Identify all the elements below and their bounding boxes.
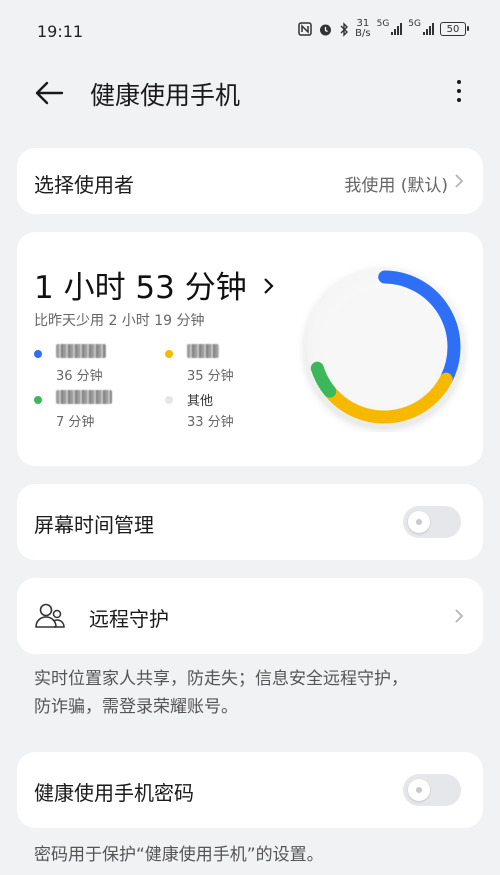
sim1-type: 5G (376, 19, 390, 29)
back-arrow-icon[interactable] (34, 79, 64, 107)
screen-time-label: 屏幕时间管理 (34, 513, 154, 537)
usage-ring-svg (304, 267, 464, 427)
password-description: 密码用于保护“健康使用手机”的设置。 (34, 845, 324, 865)
remote-guard-row[interactable]: 远程守护 (17, 578, 483, 654)
legend-app-name: 其他 (187, 394, 214, 409)
select-user-label: 选择使用者 (34, 173, 134, 197)
blurred-app-name (56, 390, 112, 404)
blurred-app-name (56, 344, 106, 358)
bluetooth-icon (339, 21, 349, 37)
page-title: 健康使用手机 (90, 81, 241, 110)
select-user-row[interactable]: 选择使用者 我使用 (默认) (17, 148, 483, 214)
chevron-right-icon (455, 174, 464, 188)
nfc-icon (298, 22, 312, 36)
remote-guard-label: 远程守护 (89, 607, 169, 631)
remote-guard-description: 实时位置家人共享，防走失；信息安全远程守护， 防诈骗，需登录荣耀账号。 (34, 665, 464, 721)
battery-level: 50 (446, 23, 460, 35)
sim2-type: 5G (408, 19, 421, 29)
network-speed: 31 B/s (355, 19, 370, 39)
remote-guard-desc-line1: 实时位置家人共享，防走失；信息安全远程守护， (34, 669, 408, 689)
password-row[interactable]: 健康使用手机密码 (17, 752, 483, 828)
more-options-icon[interactable] (449, 75, 469, 111)
legend-dot-blue (34, 350, 42, 358)
password-toggle[interactable] (403, 774, 461, 806)
legend-app-name (56, 344, 106, 362)
app-header: 健康使用手机 (0, 65, 500, 121)
toggle-knob (408, 511, 430, 533)
chevron-right-icon (455, 609, 464, 623)
usage-compare: 比昨天少用 2 小时 19 分钟 (34, 313, 205, 329)
alarm-icon (318, 22, 333, 37)
legend-dot-yellow (165, 350, 173, 358)
status-icons: 31 B/s 5G 5G 50 (298, 19, 469, 39)
network-speed-unit: B/s (355, 28, 371, 39)
legend-app-time: 7 分钟 (56, 415, 95, 430)
ring-inner (324, 287, 444, 407)
status-time: 19:11 (37, 22, 84, 41)
toggle-knob (408, 779, 430, 801)
screen-time-row[interactable]: 屏幕时间管理 (17, 484, 483, 560)
legend-dot-gray (165, 396, 173, 404)
screen-time-toggle[interactable] (403, 506, 461, 538)
signal-2-icon (423, 23, 434, 35)
signal-1-icon (391, 23, 403, 35)
select-user-value: 我使用 (默认) (344, 176, 448, 196)
blurred-app-name (187, 344, 219, 358)
legend-app-time: 35 分钟 (187, 369, 234, 384)
usage-ring-chart[interactable] (299, 262, 469, 432)
legend-app-time: 33 分钟 (187, 415, 234, 430)
usage-total[interactable]: 1 小时 53 分钟 (34, 262, 275, 307)
legend-app-time: 36 分钟 (56, 369, 103, 384)
password-label: 健康使用手机密码 (34, 781, 194, 805)
usage-total-text: 1 小时 53 分钟 (34, 270, 247, 306)
status-bar: 19:11 31 B/s 5G 5G 50 (0, 0, 500, 60)
family-guard-icon (35, 603, 65, 628)
legend-app-name (187, 344, 219, 362)
legend-dot-green (34, 396, 42, 404)
legend-app-name (56, 390, 112, 408)
usage-summary-card[interactable]: 1 小时 53 分钟 比昨天少用 2 小时 19 分钟 36 分钟 35 分钟 … (17, 232, 483, 466)
chevron-right-icon (263, 278, 274, 294)
remote-guard-desc-line2: 防诈骗，需登录荣耀账号。 (34, 697, 238, 717)
battery-icon: 50 (440, 22, 469, 36)
